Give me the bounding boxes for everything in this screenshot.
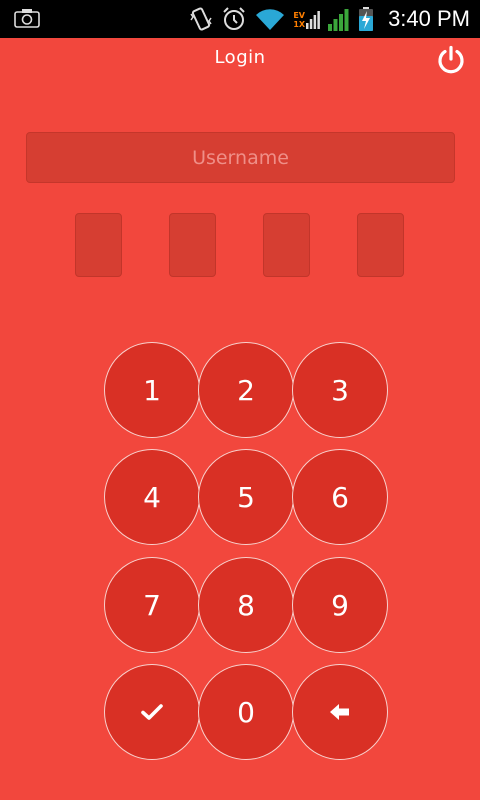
backspace-arrow-icon xyxy=(330,704,349,720)
pin-digit-box-2[interactable] xyxy=(169,213,216,277)
power-icon xyxy=(438,45,464,74)
key-3[interactable]: 3 xyxy=(292,342,388,438)
network-bottom-label: 1X xyxy=(293,20,306,29)
check-icon xyxy=(141,704,163,720)
pin-digit-box-3[interactable] xyxy=(263,213,310,277)
network-top-label: EV xyxy=(293,11,305,20)
wifi-icon xyxy=(256,9,285,30)
backspace-button[interactable] xyxy=(292,664,388,760)
power-button[interactable] xyxy=(436,45,466,75)
camera-icon xyxy=(14,9,40,28)
evdo-signal-icon: EV 1X xyxy=(293,9,320,29)
username-input[interactable] xyxy=(26,132,455,183)
alarm-icon xyxy=(223,7,246,30)
key-1[interactable]: 1 xyxy=(104,342,200,438)
status-time: 3:40 PM xyxy=(388,6,470,31)
key-9[interactable]: 9 xyxy=(292,557,388,653)
status-bar: EV 1X 3:40 PM xyxy=(0,0,480,38)
pin-digit-box-4[interactable] xyxy=(357,213,404,277)
key-0[interactable]: 0 xyxy=(198,664,294,760)
vibrate-icon xyxy=(190,7,212,31)
cell-signal-icon xyxy=(328,9,349,31)
key-8[interactable]: 8 xyxy=(198,557,294,653)
key-2[interactable]: 2 xyxy=(198,342,294,438)
key-5[interactable]: 5 xyxy=(198,449,294,545)
page-title: Login xyxy=(214,47,266,68)
pin-digit-box-1[interactable] xyxy=(75,213,122,277)
key-6[interactable]: 6 xyxy=(292,449,388,545)
key-7[interactable]: 7 xyxy=(104,557,200,653)
key-4[interactable]: 4 xyxy=(104,449,200,545)
confirm-button[interactable] xyxy=(104,664,200,760)
battery-charging-icon xyxy=(359,7,374,31)
status-icons: EV 1X 3:40 PM xyxy=(189,0,480,38)
